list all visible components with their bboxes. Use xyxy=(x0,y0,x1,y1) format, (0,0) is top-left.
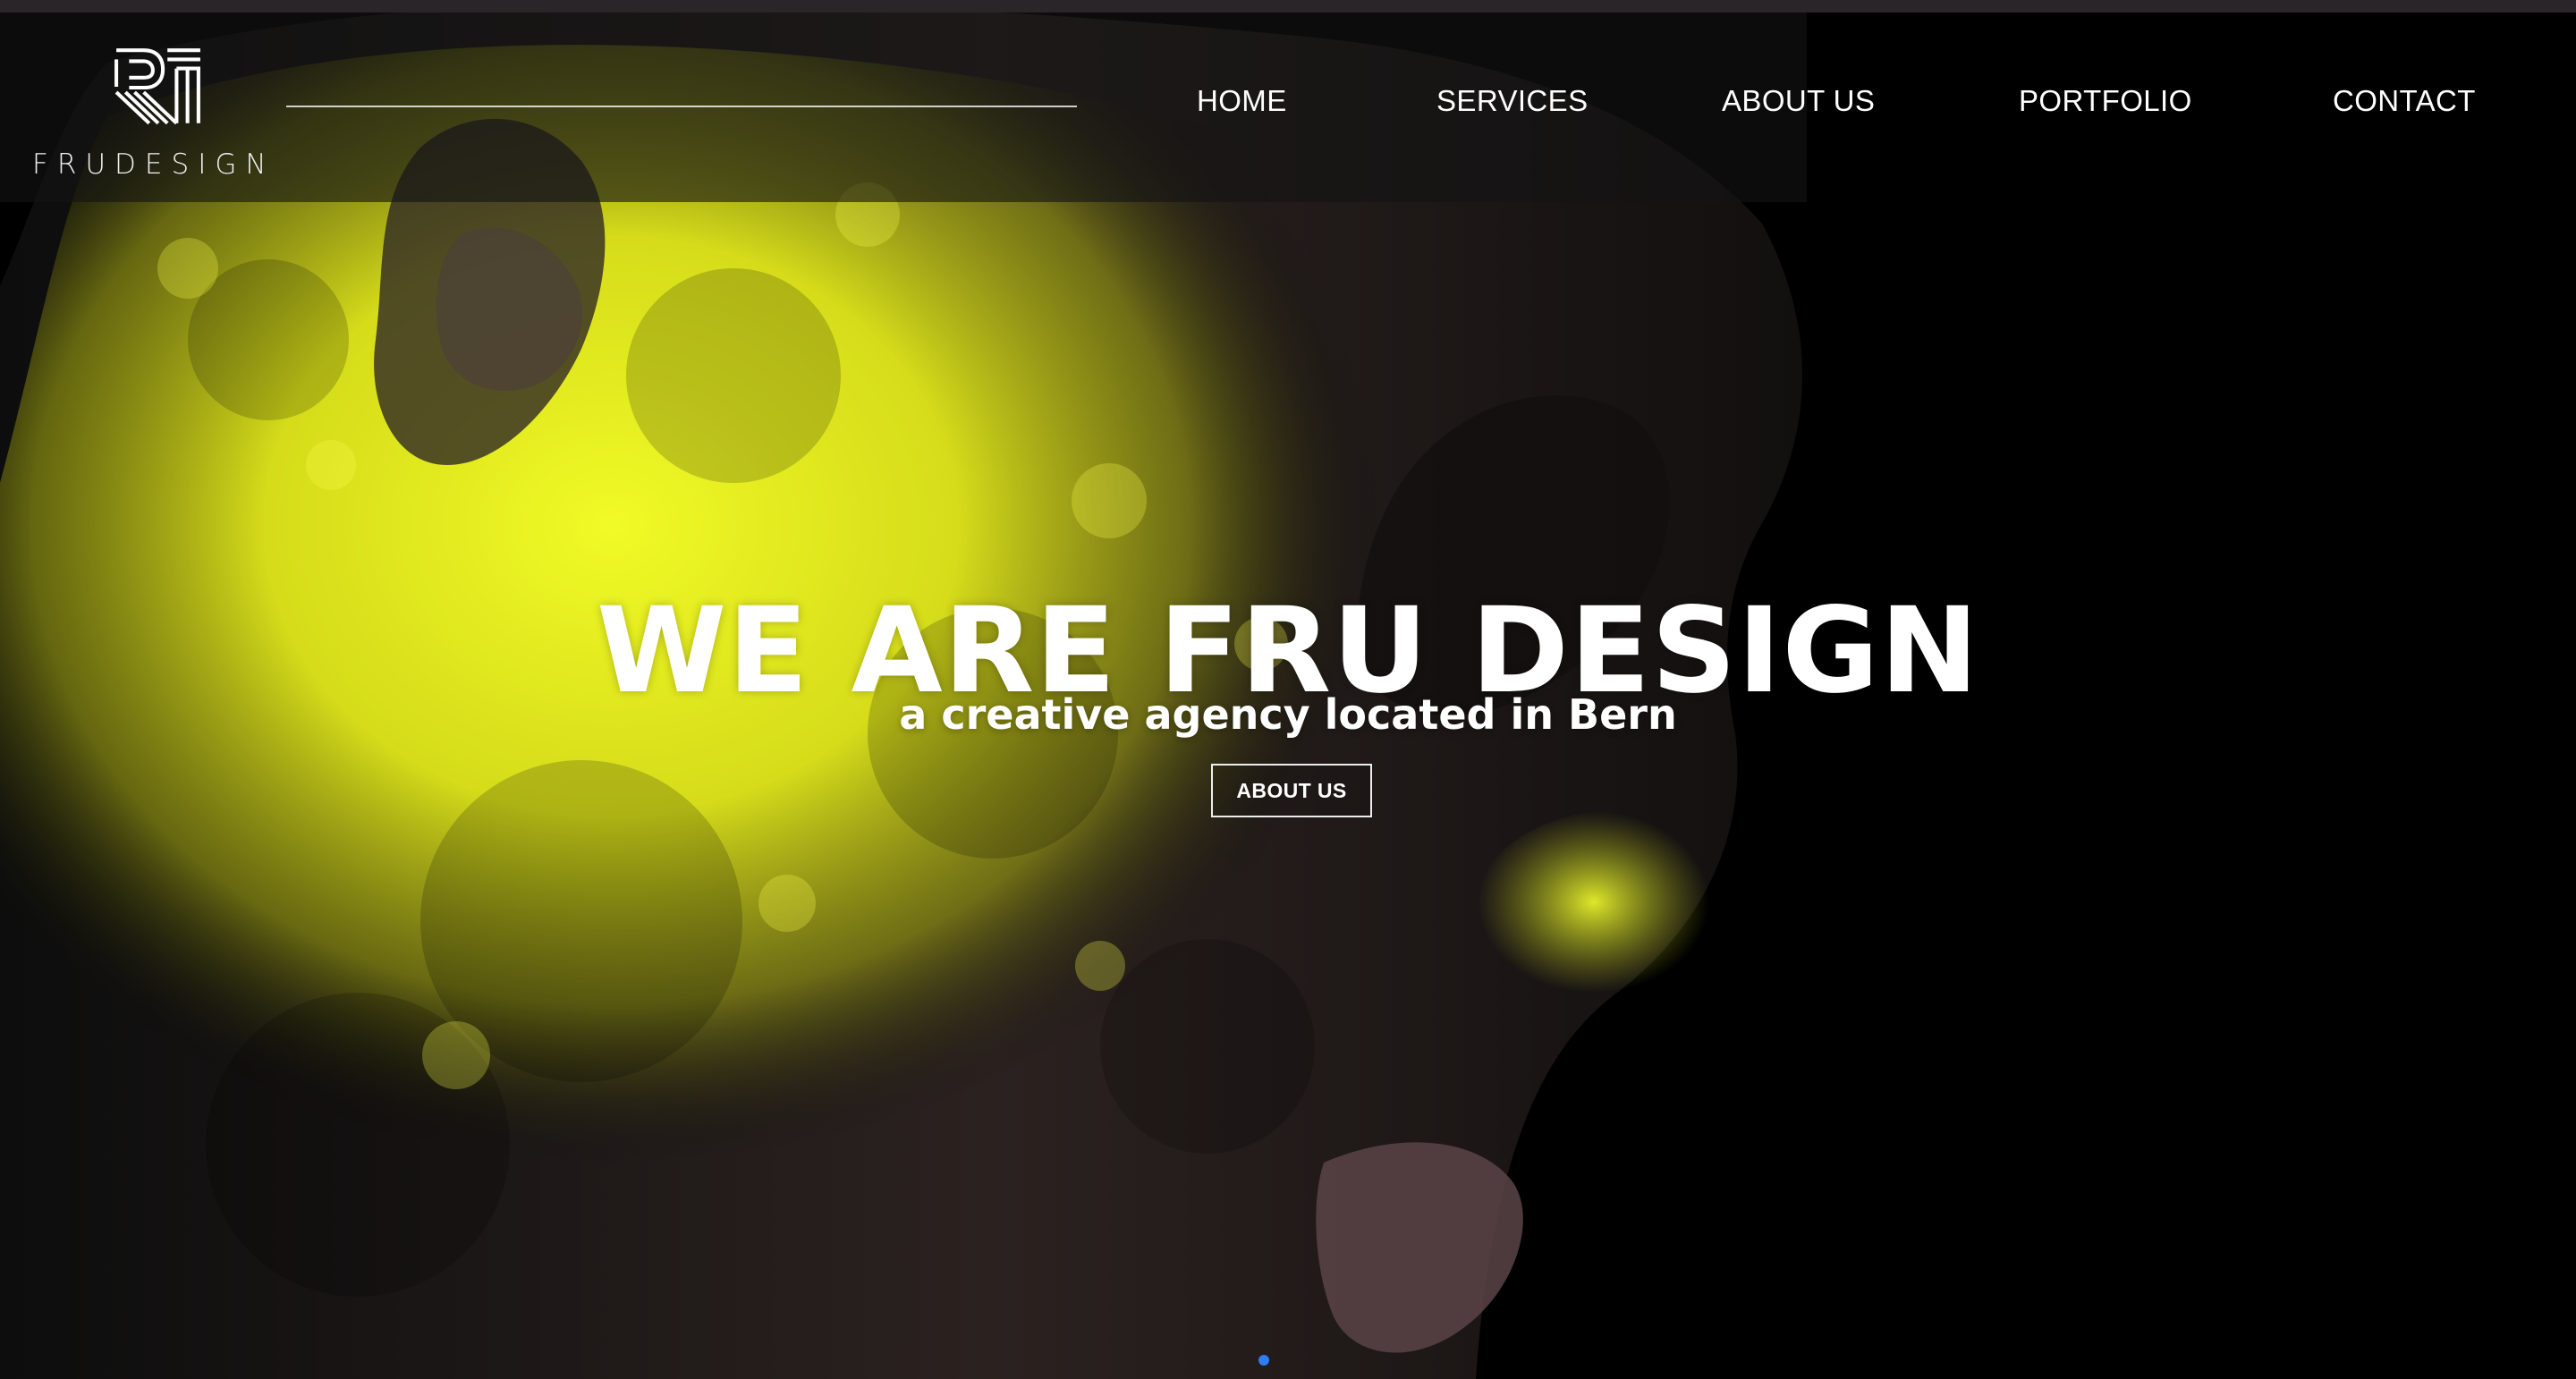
nav-contact[interactable]: CONTACT xyxy=(2333,80,2476,122)
homepage: FRUDESIGN HOME SERVICES ABOUT US PORTFOL… xyxy=(0,0,2576,1379)
nav-portfolio[interactable]: PORTFOLIO xyxy=(2019,80,2192,122)
brand-wordmark: FRUDESIGN xyxy=(32,148,275,181)
nav-home[interactable]: HOME xyxy=(1197,80,1287,122)
about-us-button[interactable]: ABOUT US xyxy=(1211,764,1372,817)
main-navigation: HOME SERVICES ABOUT US PORTFOLIO CONTACT xyxy=(0,80,2576,125)
nav-about-us[interactable]: ABOUT US xyxy=(1722,80,1875,122)
hero-subtitle: a creative agency located in Bern xyxy=(899,690,1677,739)
browser-top-strip xyxy=(0,0,2576,13)
slide-indicator-dot[interactable] xyxy=(1258,1355,1269,1366)
nav-services[interactable]: SERVICES xyxy=(1436,80,1589,122)
